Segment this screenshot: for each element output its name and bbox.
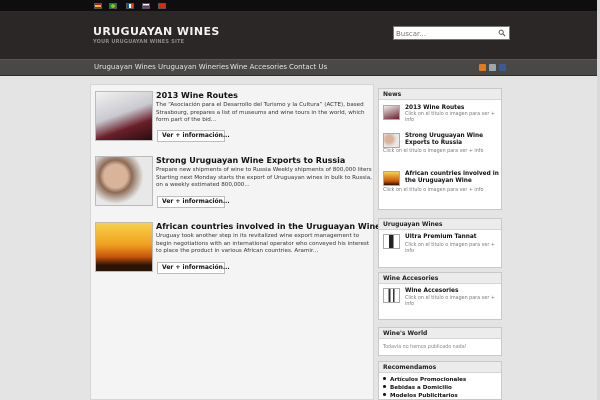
news-item-hint: Click on el titulo o imagen para ver + i…	[405, 112, 495, 123]
wines-world-widget: Wine's World Todavía no hemos publicado …	[378, 327, 502, 356]
brazil-flag-icon[interactable]	[109, 3, 117, 9]
twitter-icon[interactable]	[489, 64, 496, 71]
main-nav: Uruguayan Wines Uruguayan Wineries Wine …	[0, 59, 600, 76]
site-tagline: YOUR URUGUAYAN WINES SITE	[93, 39, 185, 45]
widget-heading: Wine Accesories	[379, 273, 501, 284]
accesory-item: Wine Accesories Click on el titulo o ima…	[383, 288, 499, 316]
corkscrew-thumbnail[interactable]	[383, 288, 400, 303]
recommended-widget: Recomendamos Artículos Promocionales Beb…	[378, 361, 502, 400]
widget-heading: Wine's World	[379, 328, 501, 339]
search-icon[interactable]	[498, 29, 506, 37]
more-info-button[interactable]: Ver + información...	[157, 196, 230, 208]
language-bar	[0, 0, 600, 12]
bullet-icon	[383, 385, 386, 388]
wine-bottle-thumbnail[interactable]	[383, 234, 400, 249]
wine-glass-thumbnail[interactable]	[383, 105, 400, 120]
widget-heading: News	[379, 89, 501, 100]
widget-heading: Uruguayan Wines	[379, 219, 501, 230]
news-item-hint: Click on el titulo o imagen para ver + i…	[383, 149, 484, 154]
site-title[interactable]: URUGUAYAN WINES	[93, 25, 220, 38]
nav-item-uruguayan-wines[interactable]: Uruguayan Wines	[94, 63, 156, 71]
news-widget: News 2013 Wine Routes Click on el titulo…	[378, 88, 502, 210]
accesory-item-hint: Click on el titulo o imagen para ver + i…	[405, 296, 495, 307]
accesory-item-title[interactable]: Wine Accesories	[405, 288, 499, 295]
wine-item-title[interactable]: Ultra Premium Tannat	[405, 234, 499, 241]
news-item: 2013 Wine Routes Click on el titulo o im…	[383, 105, 499, 129]
post-item: 2013 Wine Routes The “Asociación para el…	[95, 91, 371, 151]
more-info-button[interactable]: Ver + información...	[157, 262, 230, 274]
france-flag-icon[interactable]	[126, 3, 134, 9]
recommended-link-label: Modelos Publicitarios	[390, 393, 458, 399]
news-item-title[interactable]: Strong Uruguayan Wine Exports to Russia	[405, 133, 499, 147]
wine-glass-thumbnail[interactable]	[95, 91, 153, 141]
recommended-link-label: Artículos Promocionales	[390, 377, 467, 383]
china-flag-icon[interactable]	[158, 3, 166, 9]
post-excerpt: Prepare new shipments of wine to Russia …	[156, 167, 372, 189]
post-excerpt: The “Asociación para el Desarrollo del T…	[156, 102, 365, 124]
post-title[interactable]: African countries involved in the Urugua…	[156, 222, 381, 231]
uruguayan-wines-widget: Uruguayan Wines Ultra Premium Tannat Cli…	[378, 218, 502, 268]
recommended-link[interactable]: Artículos Promocionales	[383, 377, 466, 383]
wine-item: Ultra Premium Tannat Click on el titulo …	[383, 234, 499, 264]
news-item-title[interactable]: 2013 Wine Routes	[405, 105, 499, 112]
post-excerpt: Uruguay took another step in its revital…	[156, 233, 370, 255]
recommended-link[interactable]: Bebidas a Domicilio	[383, 385, 452, 391]
news-item-hint: Click on el titulo o imagen para ver + i…	[383, 188, 484, 193]
more-info-button[interactable]: Ver + información...	[157, 130, 230, 142]
search-input[interactable]	[396, 28, 496, 39]
news-item-title[interactable]: African countries involved in the Urugua…	[405, 171, 499, 185]
recommended-link[interactable]: Modelos Publicitarios	[383, 393, 458, 399]
bullet-icon	[383, 393, 386, 396]
post-list: 2013 Wine Routes The “Asociación para el…	[90, 84, 381, 400]
nav-item-contact-us[interactable]: Contact Us	[289, 63, 327, 71]
man-drinking-thumbnail[interactable]	[95, 156, 153, 206]
site-header: URUGUAYAN WINES YOUR URUGUAYAN WINES SIT…	[0, 12, 600, 59]
nav-item-wine-accesories[interactable]: Wine Accesories	[230, 63, 287, 71]
widget-heading: Recomendamos	[379, 362, 501, 373]
post-item: Strong Uruguayan Wine Exports to Russia …	[95, 156, 372, 216]
rss-icon[interactable]	[479, 64, 486, 71]
nav-item-uruguayan-wineries[interactable]: Uruguayan Wineries	[158, 63, 229, 71]
wine-accesories-widget: Wine Accesories Wine Accesories Click on…	[378, 272, 502, 320]
empty-message: Todavía no hemos publicado nada!	[383, 345, 467, 350]
africa-sunset-thumbnail[interactable]	[95, 222, 153, 272]
facebook-icon[interactable]	[499, 64, 506, 71]
wine-item-hint: Click on el titulo o imagen para ver + i…	[405, 243, 495, 254]
africa-sunset-thumbnail[interactable]	[383, 171, 400, 186]
post-title[interactable]: 2013 Wine Routes	[156, 91, 238, 100]
search-box	[393, 26, 510, 40]
bullet-icon	[383, 377, 386, 380]
news-item: African countries involved in the Urugua…	[383, 171, 499, 201]
russia-flag-icon[interactable]	[142, 3, 150, 9]
news-item: Strong Uruguayan Wine Exports to Russia …	[383, 133, 499, 161]
recommended-link-label: Bebidas a Domicilio	[390, 385, 452, 391]
man-drinking-thumbnail[interactable]	[383, 133, 400, 148]
spanish-flag-icon[interactable]	[94, 3, 102, 9]
post-item: African countries involved in the Urugua…	[95, 222, 381, 282]
post-title[interactable]: Strong Uruguayan Wine Exports to Russia	[156, 156, 345, 165]
